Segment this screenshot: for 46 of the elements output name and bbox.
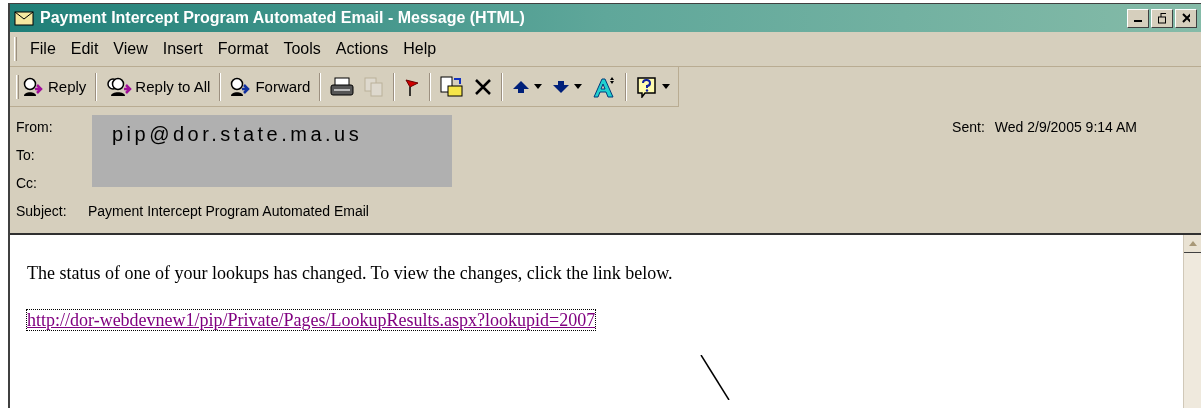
sender-address: pip@dor.state.ma.us [112,123,363,145]
scroll-up-button[interactable] [1184,235,1201,253]
menu-item[interactable]: Tools [283,40,321,58]
caret-icon [662,84,671,89]
up-arrow-icon [1188,241,1197,246]
toolbar-button[interactable]: Reply to All [102,70,215,103]
up-arrow-icon [512,79,531,94]
field-value: Payment Intercept Program Automated Email [88,203,370,219]
menu-item[interactable]: Actions [335,40,389,58]
menu-item[interactable]: Edit [70,40,99,58]
menu-item[interactable]: File [30,40,56,58]
menu-item[interactable]: Format [217,40,269,58]
printer-icon [330,76,355,97]
delete-icon [474,77,493,96]
toolbar-button[interactable]: Forward [226,70,315,103]
toolbar-button[interactable]: Reply [19,70,91,103]
minimize-button[interactable] [1127,8,1149,28]
field-label: Sent: [952,119,985,135]
message-text: The status of one of your lookups has changed. To view the changes, click the link below. [27,263,674,284]
field-label: Cc: [16,175,38,191]
move-to-folder-icon [440,75,465,98]
lookup-link[interactable]: http://dor-webdevnew1/pip/Private/Pages/LookupResults.aspx?lookupid=2007 [27,310,596,330]
help-icon [636,75,659,98]
close-icon [1182,13,1190,23]
copy-icon [364,76,385,97]
restore-icon [1158,12,1166,24]
font-size-icon [592,75,617,98]
menu-item[interactable]: View [113,40,148,58]
reply-icon [23,76,45,97]
caret-icon [574,84,583,89]
field-label: To: [16,147,36,163]
field-value: Wed 2/9/2005 9:14 AM [994,119,1137,135]
caret-icon [534,84,543,89]
menu-item[interactable]: Help [403,40,437,58]
field-label: From: [16,119,54,135]
flag-icon [404,76,421,97]
window-title: Payment Intercept Program Automated Email - Message (HTML) [40,9,525,27]
annotation-line [700,355,730,400]
envelope-icon [14,10,34,26]
close-button[interactable] [1175,8,1197,28]
menu-item[interactable]: Insert [162,40,203,58]
restore-button[interactable] [1151,8,1173,28]
reply-all-icon [106,76,133,97]
field-label: Subject: [16,203,68,219]
scrollbar[interactable] [1183,235,1201,408]
down-arrow-icon [552,79,571,94]
